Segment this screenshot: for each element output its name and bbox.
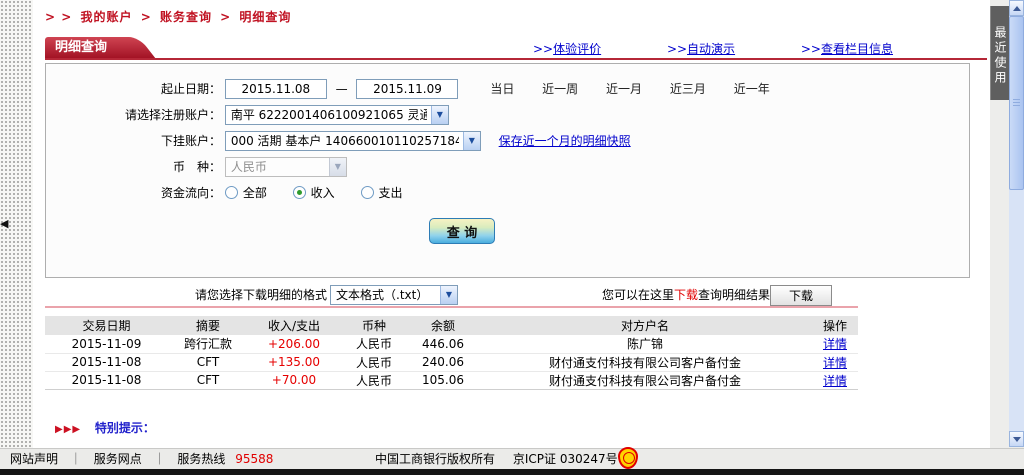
view-column-info-link[interactable]: >>查看栏目信息 <box>801 40 893 57</box>
col-counterparty: 对方户名 <box>478 316 812 335</box>
detail-link[interactable]: 详情 <box>823 356 847 370</box>
shortcut-today[interactable]: 当日 <box>490 82 514 96</box>
security-badge-icon <box>618 447 638 469</box>
flow-radio-income-label[interactable]: 收入 <box>311 186 335 200</box>
save-snapshot-link[interactable]: 保存近一个月的明细快照 <box>499 134 631 148</box>
breadcrumb: > > 我的账户 > 账务查询 > 明细查询 <box>45 8 294 25</box>
sub-account-row: 下挂账户： 000 活期 基本户 1406600101102571848 ▼ 保… <box>51 131 631 153</box>
col-balance: 余额 <box>408 316 478 335</box>
transactions-table: 交易日期 摘要 收入/支出 币种 余额 对方户名 操作 2015-11-09 跨… <box>45 316 858 390</box>
flow-radio-all[interactable] <box>225 186 238 199</box>
bottom-edge-bar <box>0 469 1024 475</box>
shortcut-last-week[interactable]: 近一周 <box>542 82 578 96</box>
footer-copyright: 中国工商银行版权所有 京ICP证 030247号 <box>375 449 618 469</box>
detail-link[interactable]: 详情 <box>823 374 847 388</box>
breadcrumb-item-account-query[interactable]: 账务查询 <box>160 10 212 24</box>
download-row: 请您选择下载明细的格式 文本格式（.txt） ▼ 您可以在这里下载查询明细结果 … <box>33 285 990 307</box>
register-account-label: 请选择注册账户： <box>51 105 221 125</box>
scroll-down-icon[interactable] <box>1009 431 1024 447</box>
flow-radio-expense-label[interactable]: 支出 <box>379 186 403 200</box>
currency-select: 人民币 ▼ <box>225 157 347 177</box>
notice-arrows-icon: ▶▶▶ <box>55 424 81 435</box>
fund-flow-label: 资金流向： <box>51 183 221 203</box>
register-account-select[interactable]: 南平 6222001406100921065 灵通卡 ▼ <box>225 105 449 125</box>
date-separator: — <box>331 79 353 99</box>
query-form: 起止日期： — 当日 近一周 近一月 近三月 近一年 请选择注册账户： 南平 6… <box>45 63 970 278</box>
currency-label: 币 种： <box>51 157 221 177</box>
dropdown-arrow-icon: ▼ <box>329 158 346 176</box>
date-from-input[interactable] <box>225 79 327 99</box>
scrollbar-thumb[interactable] <box>1009 16 1024 190</box>
flow-radio-all-label[interactable]: 全部 <box>243 186 267 200</box>
hotline-label: 服务热线 <box>177 452 225 466</box>
scroll-up-icon[interactable] <box>1009 0 1024 16</box>
breadcrumb-item-my-account[interactable]: 我的账户 <box>80 10 132 24</box>
tab-underline <box>45 58 987 60</box>
download-hint: 您可以在这里下载查询明细结果 <box>602 285 770 305</box>
col-summary: 摘要 <box>168 316 248 335</box>
date-to-input[interactable] <box>356 79 458 99</box>
table-row: 2015-11-08 CFT +70.00 人民币 105.06 财付通支付科技… <box>45 371 858 389</box>
table-row: 2015-11-08 CFT +135.00 人民币 240.06 财付通支付科… <box>45 353 858 371</box>
notice-label: 特别提示： <box>95 421 155 435</box>
shortcut-last-year[interactable]: 近一年 <box>734 82 770 96</box>
table-header-row: 交易日期 摘要 收入/支出 币种 余额 对方户名 操作 <box>45 316 858 335</box>
flow-radio-expense[interactable] <box>361 186 374 199</box>
col-amount: 收入/支出 <box>248 316 340 335</box>
breadcrumb-item-detail-query[interactable]: 明细查询 <box>239 10 291 24</box>
footer-links: 网站声明 ｜ 服务网点 ｜ 服务热线 95588 <box>10 449 273 469</box>
detail-query-tab[interactable]: 明细查询 <box>45 37 121 58</box>
vertical-scrollbar[interactable] <box>1009 0 1024 447</box>
register-account-row: 请选择注册账户： 南平 6222001406100921065 灵通卡 ▼ <box>51 105 449 127</box>
auto-demo-link[interactable]: >>自动演示 <box>667 40 735 57</box>
sub-account-select[interactable]: 000 活期 基本户 1406600101102571848 ▼ <box>225 131 481 151</box>
col-date: 交易日期 <box>45 316 168 335</box>
date-shortcuts: 当日 近一周 近一月 近三月 近一年 <box>490 79 793 99</box>
site-statement-link[interactable]: 网站声明 <box>10 452 58 466</box>
detail-link[interactable]: 详情 <box>823 337 847 351</box>
query-button[interactable]: 查 询 <box>429 218 495 244</box>
col-currency: 币种 <box>340 316 408 335</box>
footer-bar: 网站声明 ｜ 服务网点 ｜ 服务热线 95588 中国工商银行版权所有 京ICP… <box>0 448 1024 469</box>
experience-evaluation-link[interactable]: >>体验评价 <box>533 40 601 57</box>
download-format-select[interactable]: 文本格式（.txt） ▼ <box>330 285 458 305</box>
top-links: >>体验评价 >>自动演示 >>查看栏目信息 <box>533 40 893 57</box>
download-button[interactable]: 下载 <box>770 285 832 306</box>
fund-flow-row: 资金流向： 全部 收入 支出 <box>51 183 425 205</box>
date-range-row: 起止日期： — 当日 近一周 近一月 近三月 近一年 <box>51 79 794 101</box>
breadcrumb-separator: > <box>141 10 152 24</box>
col-action: 操作 <box>812 316 858 335</box>
table-top-divider <box>45 306 858 308</box>
dropdown-arrow-icon[interactable]: ▼ <box>463 132 480 150</box>
shortcut-last-month[interactable]: 近一月 <box>606 82 642 96</box>
shortcut-last-3-months[interactable]: 近三月 <box>670 82 706 96</box>
flow-radio-income[interactable] <box>293 186 306 199</box>
recently-used-tab[interactable]: 最近使用 <box>990 6 1009 100</box>
dropdown-arrow-icon[interactable]: ▼ <box>440 286 457 304</box>
table-row: 2015-11-09 跨行汇款 +206.00 人民币 446.06 陈广锦 详… <box>45 335 858 353</box>
sub-account-label: 下挂账户： <box>51 131 221 151</box>
special-notice: ▶▶▶ 特别提示： <box>55 419 155 436</box>
date-range-label: 起止日期： <box>51 79 221 99</box>
download-inline-link[interactable]: 下载 <box>674 288 698 302</box>
breadcrumb-prefix: > > <box>45 10 72 24</box>
hotline-number: 95588 <box>235 452 273 466</box>
currency-row: 币 种： 人民币 ▼ <box>51 157 347 179</box>
collapse-sidebar-icon[interactable]: ◀ <box>0 216 14 232</box>
breadcrumb-separator: > <box>220 10 231 24</box>
download-format-label: 请您选择下载明细的格式 <box>195 285 327 305</box>
main-panel: > > 我的账户 > 账务查询 > 明细查询 >>体验评价 >>自动演示 >>查… <box>33 0 990 448</box>
icp-number: 京ICP证 030247号 <box>513 452 618 466</box>
dropdown-arrow-icon[interactable]: ▼ <box>431 106 448 124</box>
service-outlets-link[interactable]: 服务网点 <box>94 452 142 466</box>
